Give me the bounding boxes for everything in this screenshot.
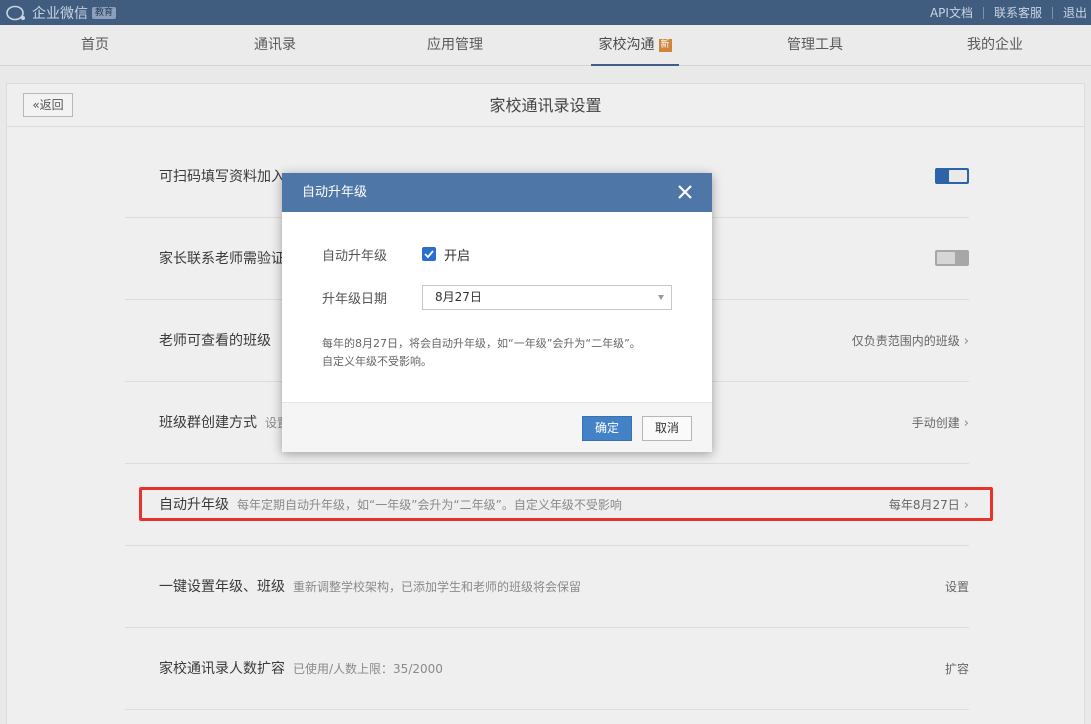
row-title: 家长联系老师需验证 — [159, 251, 285, 267]
note-line-1: 每年的8月27日，将会自动升年级，如“一年级”会升为“二年级”。 — [322, 337, 641, 350]
top-bar: 企业微信 教育 API文档 联系客服 退出 — [0, 0, 1091, 25]
confirm-button[interactable]: 确定 — [582, 416, 632, 441]
divider — [1051, 6, 1053, 19]
verify-toggle[interactable] — [935, 250, 969, 266]
note-line-2: 自定义年级不受影响。 — [322, 355, 432, 368]
logout-link[interactable]: 退出 — [1063, 4, 1087, 21]
upgrade-date-value: 8月27日 — [435, 290, 482, 304]
api-docs-link[interactable]: API文档 — [930, 4, 973, 21]
nav-home[interactable]: 首页 — [60, 25, 130, 66]
setting-row-capacity: 家校通讯录人数扩容 已使用/人数上限：35/2000 扩容 — [125, 628, 969, 710]
close-icon[interactable] — [676, 183, 694, 201]
nav-my-enterprise[interactable]: 我的企业 — [955, 25, 1035, 66]
nav-home-school-label: 家校沟通 — [598, 37, 655, 53]
logo-badge: 教育 — [92, 6, 117, 19]
chat-bubble-icon — [6, 5, 25, 20]
logo[interactable]: 企业微信 教育 — [4, 0, 117, 25]
divider — [982, 6, 984, 19]
check-icon — [424, 250, 434, 259]
row-title: 家校通讯录人数扩容 — [159, 661, 285, 677]
expand-capacity-link[interactable]: 扩容 — [945, 662, 969, 676]
nav-management-tools[interactable]: 管理工具 — [775, 25, 855, 66]
dialog-title: 自动升年级 — [302, 185, 368, 200]
enable-label[interactable]: 开启 — [444, 245, 470, 264]
highlight-box — [139, 487, 993, 521]
row-desc: 已使用/人数上限：35/2000 — [293, 662, 443, 676]
back-label: 返回 — [39, 98, 64, 112]
restructure-link[interactable]: 设置 — [945, 580, 969, 594]
setting-row-restructure[interactable]: 一键设置年级、班级 重新调整学校架构，已添加学生和老师的班级将会保留 设置 — [125, 546, 969, 628]
cancel-button[interactable]: 取消 — [642, 416, 692, 441]
back-button[interactable]: «返回 — [23, 93, 73, 117]
contact-support-link[interactable]: 联系客服 — [994, 4, 1042, 21]
toggle-knob — [937, 252, 955, 264]
page-title: 家校通讯录设置 — [489, 96, 602, 115]
nav-app-management[interactable]: 应用管理 — [415, 25, 495, 66]
logo-text: 企业微信 — [32, 5, 88, 22]
upgrade-date-label: 升年级日期 — [322, 292, 388, 307]
auto-upgrade-dialog: 自动升年级 自动升年级 开启 升年级日期 8月27日 每年的8月27日，将会自动… — [282, 173, 712, 452]
auto-upgrade-label: 自动升年级 — [322, 249, 388, 264]
row-title: 老师可查看的班级 — [159, 333, 271, 349]
dialog-header: 自动升年级 — [282, 173, 712, 212]
scan-join-toggle[interactable] — [935, 168, 969, 184]
enable-checkbox[interactable] — [422, 247, 436, 261]
row-value: 仅负责范围内的班级 — [851, 334, 960, 348]
dialog-note: 每年的8月27日，将会自动升年级，如“一年级”会升为“二年级”。 自定义年级不受… — [322, 335, 692, 371]
row-title: 可扫码填写资料加入 — [159, 169, 285, 185]
nav-home-school[interactable]: 家校沟通新 — [591, 25, 679, 66]
toggle-knob — [949, 170, 967, 182]
row-title: 班级群创建方式 — [159, 415, 257, 431]
row-desc: 重新调整学校架构，已添加学生和老师的班级将会保留 — [293, 580, 582, 594]
top-bar-shade — [0, 0, 1091, 25]
row-title: 一键设置年级、班级 — [159, 579, 285, 595]
row-value: 手动创建 — [911, 416, 960, 430]
dialog-footer: 确定 取消 — [282, 402, 712, 452]
caret-down-icon — [658, 295, 664, 300]
new-badge: 新 — [658, 39, 672, 52]
nav-contacts[interactable]: 通讯录 — [240, 25, 310, 66]
chevron-right-icon: › — [963, 334, 969, 349]
top-links: API文档 联系客服 退出 — [930, 0, 1091, 25]
panel-header: 家校通讯录设置 «返回 — [7, 84, 1084, 127]
main-nav: 首页 通讯录 应用管理 家校沟通新 管理工具 我的企业 — [0, 25, 1091, 66]
upgrade-date-select[interactable]: 8月27日 — [422, 285, 672, 310]
back-chevron-icon: « — [32, 98, 40, 112]
chevron-right-icon: › — [963, 416, 969, 431]
